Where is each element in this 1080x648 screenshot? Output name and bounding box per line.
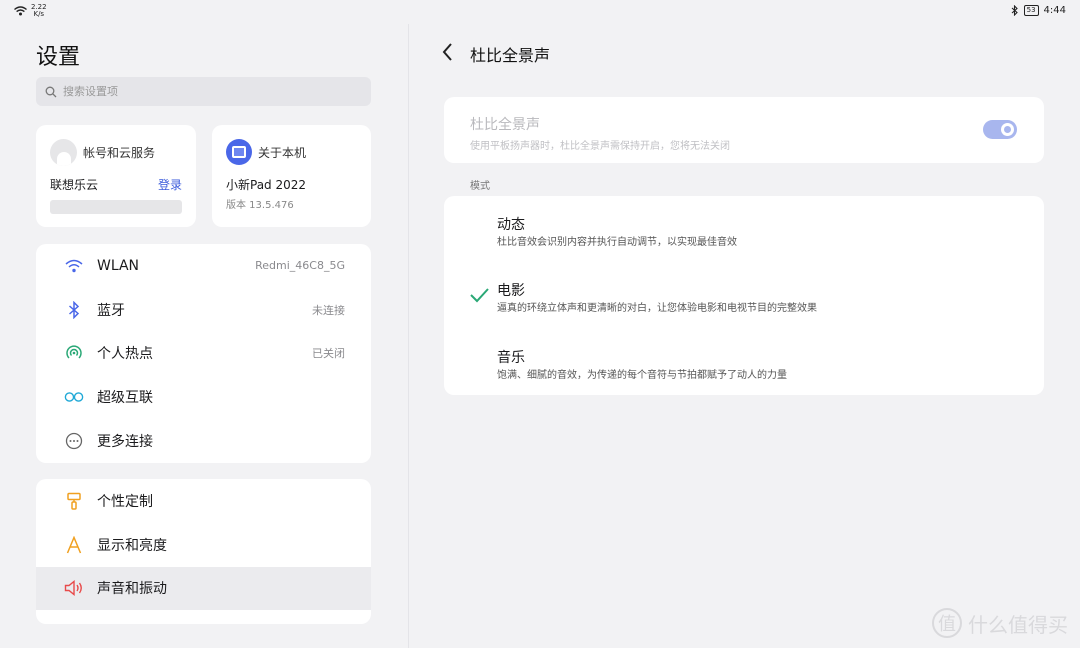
sidebar-item-display[interactable]: 显示和亮度	[36, 523, 371, 567]
more-dots-icon	[64, 431, 84, 451]
sidebar-item-wlan[interactable]: WLAN Redmi_46C8_5G	[36, 244, 371, 288]
watermark-logo: 值	[932, 608, 962, 638]
sidebar-item-sound[interactable]: 声音和振动	[36, 566, 371, 611]
brush-icon	[64, 491, 84, 511]
sidebar-item-label: 个性定制	[97, 493, 153, 510]
sidebar-item-personalize[interactable]: 个性定制	[36, 479, 371, 523]
sidebar-item-label: 超级互联	[97, 390, 153, 407]
network-speed: 2.22 K/s	[31, 3, 47, 18]
page-title: 设置	[36, 45, 81, 70]
detail-title: 杜比全景声	[470, 46, 551, 65]
checkmark-icon	[470, 288, 489, 303]
bluetooth-icon	[64, 300, 84, 320]
sidebar-item-value: Redmi_46C8_5G	[255, 259, 345, 273]
infinity-link-icon	[64, 387, 84, 407]
status-right: 53 4:44	[1011, 5, 1066, 16]
mode-description: 逼真的环绕立体声和更清晰的对白，让您体验电影和电视节目的完整效果	[497, 303, 817, 314]
mode-title: 电影	[497, 283, 525, 299]
mode-description: 杜比音效会识别内容并执行自动调节，以实现最佳音效	[497, 237, 737, 248]
display-letter-icon	[64, 535, 84, 555]
dolby-toggle-subtitle: 使用平板扬声器时，杜比全景声需保持开启，您将无法关闭	[470, 141, 730, 152]
search-bar[interactable]	[36, 77, 371, 106]
dolby-atmos-toggle[interactable]	[983, 120, 1017, 139]
mode-title: 动态	[497, 217, 525, 233]
device-version: 版本 13.5.476	[226, 200, 294, 211]
watermark: 值 什么值得买	[932, 608, 1068, 638]
about-device-card[interactable]: 关于本机 小新Pad 2022 版本 13.5.476	[212, 125, 371, 227]
login-link[interactable]: 登录	[158, 176, 182, 193]
clock: 4:44	[1043, 5, 1066, 16]
sidebar-item-value: 已关闭	[312, 347, 345, 361]
sidebar-item-hotspot[interactable]: 个人热点 已关闭	[36, 332, 371, 376]
sidebar-item-label: 蓝牙	[97, 302, 125, 319]
device-model: 小新Pad 2022	[226, 178, 307, 192]
speaker-icon	[64, 578, 84, 598]
tablet-icon	[226, 139, 252, 165]
sidebar-item-label: 个人热点	[97, 346, 153, 363]
account-name: 联想乐云	[50, 178, 99, 192]
mode-description: 饱满、细腻的音效，为传递的每个音符与节拍都赋予了动人的力量	[497, 370, 787, 381]
mode-option-movie[interactable]: 电影 逼真的环绕立体声和更清晰的对白，让您体验电影和电视节目的完整效果	[444, 262, 1044, 328]
account-label: 帐号和云服务	[83, 146, 156, 160]
mode-section-header: 模式	[470, 181, 490, 192]
search-input[interactable]	[63, 85, 343, 98]
sidebar-item-bluetooth[interactable]: 蓝牙 未连接	[36, 288, 371, 332]
mode-title: 音乐	[497, 350, 525, 366]
sidebar-item-label: 更多连接	[97, 434, 153, 451]
connectivity-card: WLAN Redmi_46C8_5G 蓝牙 未连接 个人热点 已关闭 超级互联 …	[36, 244, 371, 463]
wifi-status-icon	[14, 6, 27, 16]
mode-option-music[interactable]: 音乐 饱满、细腻的音效，为传递的每个音符与节拍都赋予了动人的力量	[444, 329, 1044, 395]
mode-option-dynamic[interactable]: 动态 杜比音效会识别内容并执行自动调节，以实现最佳音效	[444, 196, 1044, 262]
about-label: 关于本机	[258, 145, 307, 160]
back-arrow-icon[interactable]	[440, 42, 456, 62]
account-placeholder-bar	[50, 200, 182, 214]
wifi-icon	[64, 256, 84, 276]
status-left: 2.22 K/s	[14, 4, 47, 18]
sidebar-item-label: WLAN	[97, 257, 140, 274]
dolby-atmos-card: 杜比全景声 使用平板扬声器时，杜比全景声需保持开启，您将无法关闭	[444, 97, 1044, 163]
mode-list: 动态 杜比音效会识别内容并执行自动调节，以实现最佳音效 电影 逼真的环绕立体声和…	[444, 196, 1044, 395]
watermark-text: 什么值得买	[968, 612, 1068, 637]
bluetooth-status-icon	[1011, 5, 1018, 16]
account-card[interactable]: 帐号和云服务 联想乐云 登录	[36, 125, 196, 227]
hotspot-icon	[64, 343, 84, 363]
search-icon	[45, 86, 57, 97]
battery-indicator: 53	[1023, 5, 1039, 16]
settings-sidebar: 设置 帐号和云服务 联想乐云 登录 关于本机 小新Pad 2022 版本 13.…	[0, 24, 408, 648]
sidebar-item-label: 显示和亮度	[97, 537, 167, 554]
dolby-toggle-title: 杜比全景声	[470, 117, 540, 133]
sidebar-item-more-connections[interactable]: 更多连接	[36, 419, 371, 463]
personalization-card: 个性定制 显示和亮度 声音和振动	[36, 479, 371, 624]
sidebar-item-label: 声音和振动	[97, 581, 167, 598]
avatar	[50, 139, 77, 166]
pane-divider	[408, 24, 409, 648]
sidebar-item-super-connect[interactable]: 超级互联	[36, 375, 371, 419]
sidebar-item-value: 未连接	[312, 303, 345, 317]
status-bar: 2.22 K/s 53 4:44	[0, 0, 1080, 24]
